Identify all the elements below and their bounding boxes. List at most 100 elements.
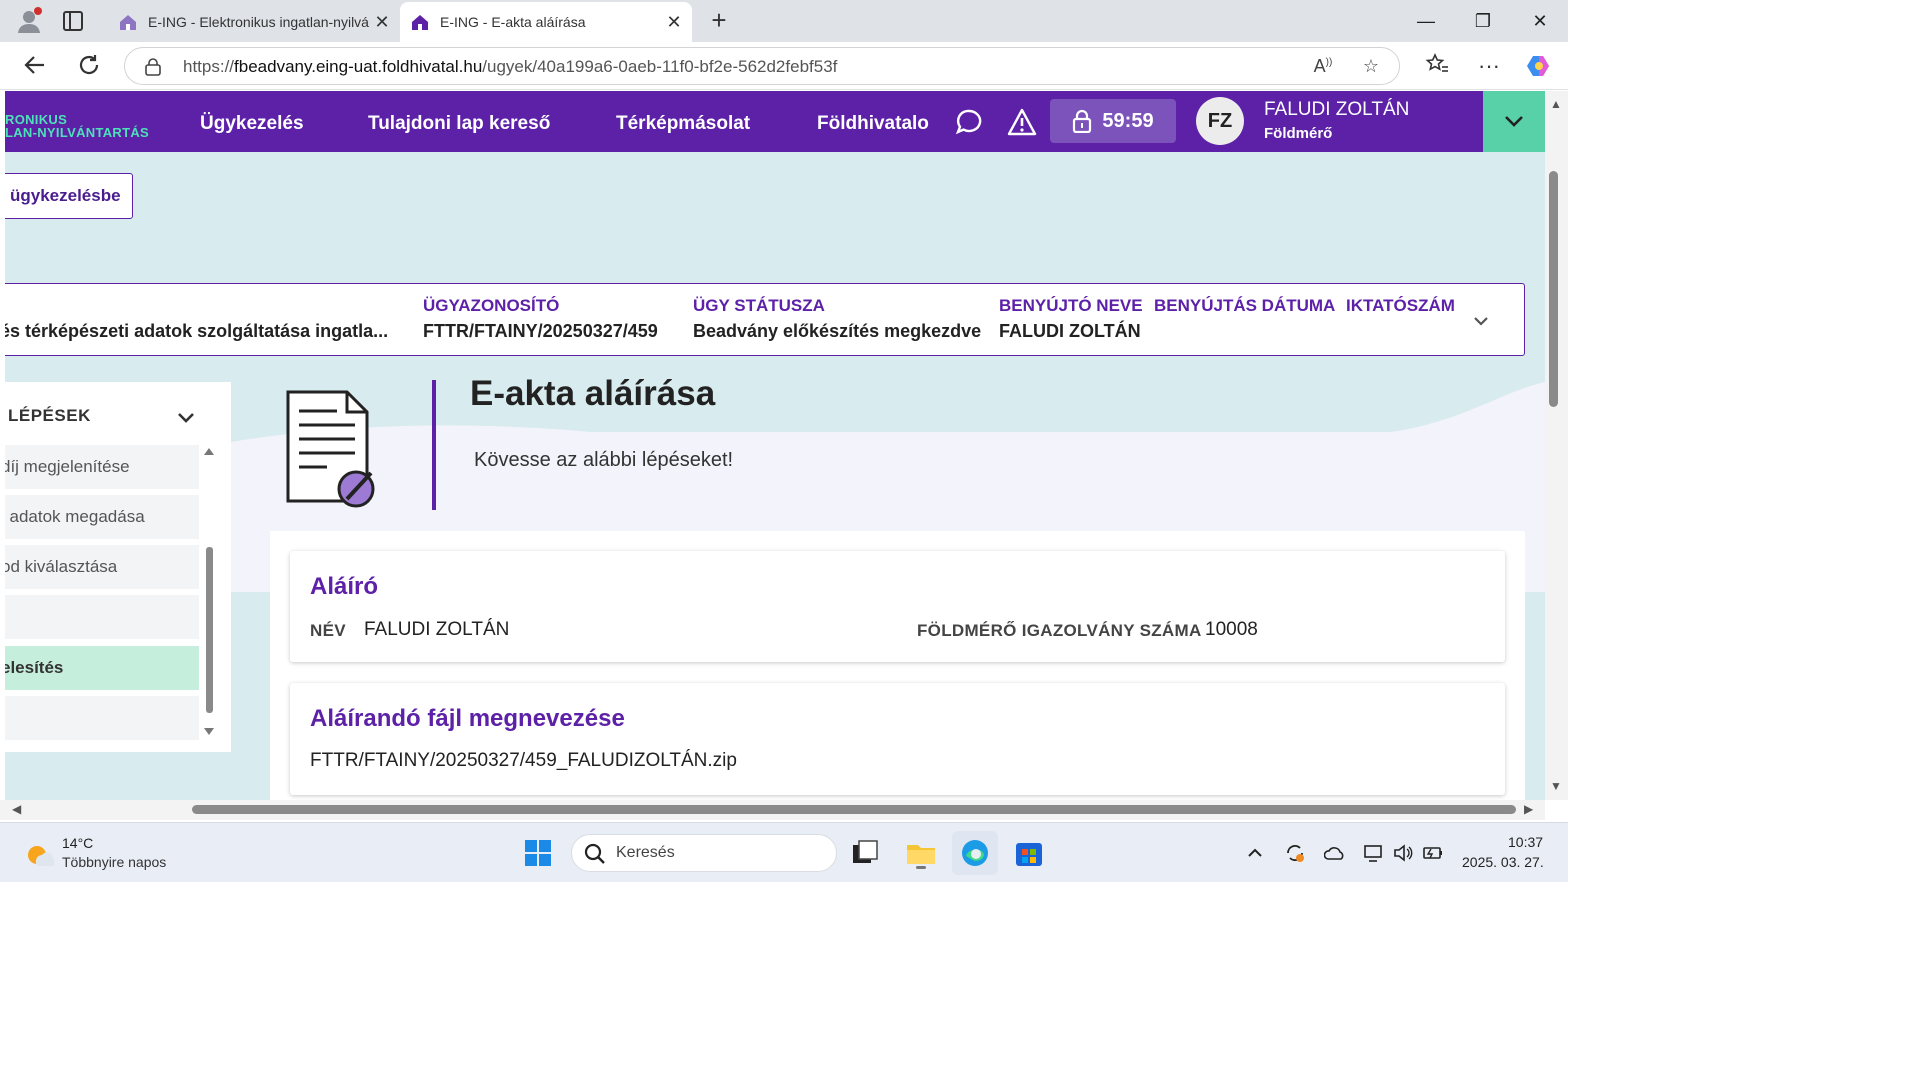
surveyor-license-label: FÖLDMÉRŐ IGAZOLVÁNY SZÁMA xyxy=(917,621,1202,640)
file-card-title: Aláírandó fájl megnevezése xyxy=(310,705,625,732)
step-item-fulfillment[interactable]: elesítés xyxy=(5,646,199,690)
lock-icon xyxy=(145,58,161,76)
name-label: NÉV xyxy=(310,621,346,640)
page-content: ügykezelésbe és térképészeti adatok szol… xyxy=(5,152,1545,800)
close-window-icon[interactable]: ✕ xyxy=(1520,6,1560,36)
case-info-bar: és térképészeti adatok szolgáltatása ing… xyxy=(5,283,1525,356)
case-status-label: ÜGY STÁTUSZA xyxy=(693,296,825,315)
page-subtitle: Kövesse az alábbi lépéseket! xyxy=(474,449,734,471)
house-icon xyxy=(412,15,428,30)
close-tab-icon[interactable]: ✕ xyxy=(662,12,686,33)
new-tab-icon[interactable]: + xyxy=(704,6,734,36)
minimize-icon[interactable]: — xyxy=(1406,6,1446,36)
address-bar-row: https://fbeadvany.eing-uat.foldhivatal.h… xyxy=(0,42,1568,90)
browser-tab-eing-home[interactable]: E-ING - Elektronikus ingatlan-nyilvántar… xyxy=(108,2,400,42)
browser-tab-bar: E-ING - Elektronikus ingatlan-nyilvántar… xyxy=(0,0,1568,42)
search-placeholder: Keresés xyxy=(616,844,675,861)
vertical-scrollbar[interactable]: ▲ ▼ xyxy=(1545,91,1568,800)
registration-number-label: IKTATÓSZÁM xyxy=(1346,296,1455,315)
windows-taskbar: 14°C Többnyire napos Keresés 10:37 2025.… xyxy=(0,822,1568,882)
read-aloud-icon[interactable]: A)) xyxy=(1311,56,1335,78)
taskbar-search-field[interactable]: Keresés xyxy=(571,834,837,872)
search-icon xyxy=(584,843,605,864)
session-timer[interactable]: 59:59 xyxy=(1050,99,1176,143)
back-to-case-management-button[interactable]: ügykezelésbe xyxy=(5,173,133,219)
steps-scrollbar[interactable] xyxy=(203,444,215,740)
chat-icon[interactable] xyxy=(954,107,984,137)
clock-time[interactable]: 10:37 xyxy=(1508,834,1543,850)
sync-icon[interactable] xyxy=(1284,842,1306,864)
document-sign-icon xyxy=(286,390,375,508)
page-title: E-akta aláírása xyxy=(470,374,716,413)
onedrive-icon[interactable] xyxy=(1324,842,1346,864)
nav-ugykezeles[interactable]: Ügykezelés xyxy=(200,113,304,135)
close-tab-icon[interactable]: ✕ xyxy=(370,12,394,33)
favorites-icon[interactable] xyxy=(1422,52,1452,80)
chevron-up-icon[interactable] xyxy=(1244,842,1266,864)
step-item-method-selection[interactable]: od kiválasztása xyxy=(5,545,199,589)
scroll-left-icon[interactable]: ◀ xyxy=(12,802,21,816)
volume-icon[interactable] xyxy=(1392,842,1414,864)
back-icon[interactable] xyxy=(20,52,50,80)
copilot-icon[interactable] xyxy=(1524,52,1554,80)
signer-card-title: Aláíró xyxy=(310,573,379,600)
scroll-up-icon[interactable]: ▲ xyxy=(1550,97,1562,111)
step-item-6[interactable] xyxy=(5,696,199,740)
lock-icon xyxy=(1073,109,1092,133)
scrollbar-thumb[interactable] xyxy=(1549,171,1558,407)
step-item-4[interactable] xyxy=(5,595,199,639)
site-logo[interactable]: RONIKUS LAN-NYILVÁNTARTÁS xyxy=(5,113,149,139)
refresh-icon[interactable] xyxy=(74,52,104,80)
more-options-icon[interactable]: ··· xyxy=(1474,52,1504,80)
edge-browser-icon[interactable] xyxy=(959,837,991,869)
scrollbar-thumb[interactable] xyxy=(192,805,1516,814)
tab-title: E-ING - E-akta aláírása xyxy=(440,14,586,30)
url-text: https://fbeadvany.eing-uat.foldhivatal.h… xyxy=(183,57,838,76)
profile-icon[interactable] xyxy=(14,6,44,36)
house-icon xyxy=(120,15,136,30)
battery-icon[interactable] xyxy=(1422,842,1444,864)
file-card: Aláírandó fájl megnevezése FTTR/FTAINY/2… xyxy=(290,683,1505,795)
step-item-fee-display[interactable]: díj megjelenítése xyxy=(5,445,199,489)
task-view-icon[interactable] xyxy=(849,837,881,869)
case-status-value: Beadvány előkészítés megkezdve xyxy=(693,321,982,341)
content-panel: Aláíró NÉV FALUDI ZOLTÁN FÖLDMÉRŐ IGAZOL… xyxy=(270,531,1525,800)
case-id-label: ÜGYAZONOSÍTÓ xyxy=(423,296,560,315)
horizontal-scrollbar[interactable]: ◀ ▶ xyxy=(0,800,1545,820)
chevron-down-icon[interactable] xyxy=(175,406,197,428)
scroll-down-icon[interactable]: ▼ xyxy=(1550,779,1562,793)
weather-sun-icon[interactable] xyxy=(24,839,54,869)
tab-actions-icon[interactable] xyxy=(58,7,88,35)
steps-title: LÉPÉSEK xyxy=(8,406,91,425)
nav-terkepmasolat[interactable]: Térképmásolat xyxy=(616,113,750,135)
clock-date[interactable]: 2025. 03. 27. xyxy=(1462,854,1544,870)
submission-date-label: BENYÚJTÁS DÁTUMA xyxy=(1154,296,1336,315)
user-role: Földmérő xyxy=(1264,125,1333,142)
submitter-name-label: BENYÚJTÓ NEVE xyxy=(999,296,1143,315)
nav-tulajdoni-lap-kereso[interactable]: Tulajdoni lap kereső xyxy=(368,113,550,135)
network-icon[interactable] xyxy=(1363,842,1385,864)
windows-start-icon[interactable] xyxy=(522,837,554,869)
microsoft-store-icon[interactable] xyxy=(1013,837,1045,869)
weather-description: Többnyire napos xyxy=(62,854,167,870)
chevron-down-icon xyxy=(1505,116,1523,127)
url-field[interactable]: https://fbeadvany.eing-uat.foldhivatal.h… xyxy=(124,47,1400,85)
step-item-data-entry[interactable]: i adatok megadása xyxy=(5,495,199,539)
timer-value: 59:59 xyxy=(1102,109,1154,132)
surveyor-license-value: 10008 xyxy=(1205,619,1258,640)
header-expand-button[interactable] xyxy=(1483,91,1545,152)
nav-foldhivatalok[interactable]: Földhivatalo xyxy=(817,113,929,135)
name-value: FALUDI ZOLTÁN xyxy=(364,619,510,640)
file-explorer-icon[interactable] xyxy=(905,837,937,869)
warning-icon[interactable] xyxy=(1007,107,1037,137)
steps-panel: LÉPÉSEK díj megjelenítése i adatok megad… xyxy=(5,382,231,752)
chevron-down-icon[interactable] xyxy=(1470,310,1492,332)
avatar[interactable]: FZ xyxy=(1196,97,1244,145)
tab-title: E-ING - Elektronikus ingatlan-nyilvántar… xyxy=(148,14,370,30)
favorite-star-icon[interactable]: ☆ xyxy=(1359,56,1383,78)
browser-tab-e-akta[interactable]: E-ING - E-akta aláírása ✕ xyxy=(400,2,692,42)
signer-card: Aláíró NÉV FALUDI ZOLTÁN FÖLDMÉRŐ IGAZOL… xyxy=(290,551,1505,662)
file-name: FTTR/FTAINY/20250327/459_FALUDIZOLTÁN.zi… xyxy=(310,750,737,771)
scroll-right-icon[interactable]: ▶ xyxy=(1524,802,1533,816)
restore-icon[interactable]: ❐ xyxy=(1463,6,1503,36)
